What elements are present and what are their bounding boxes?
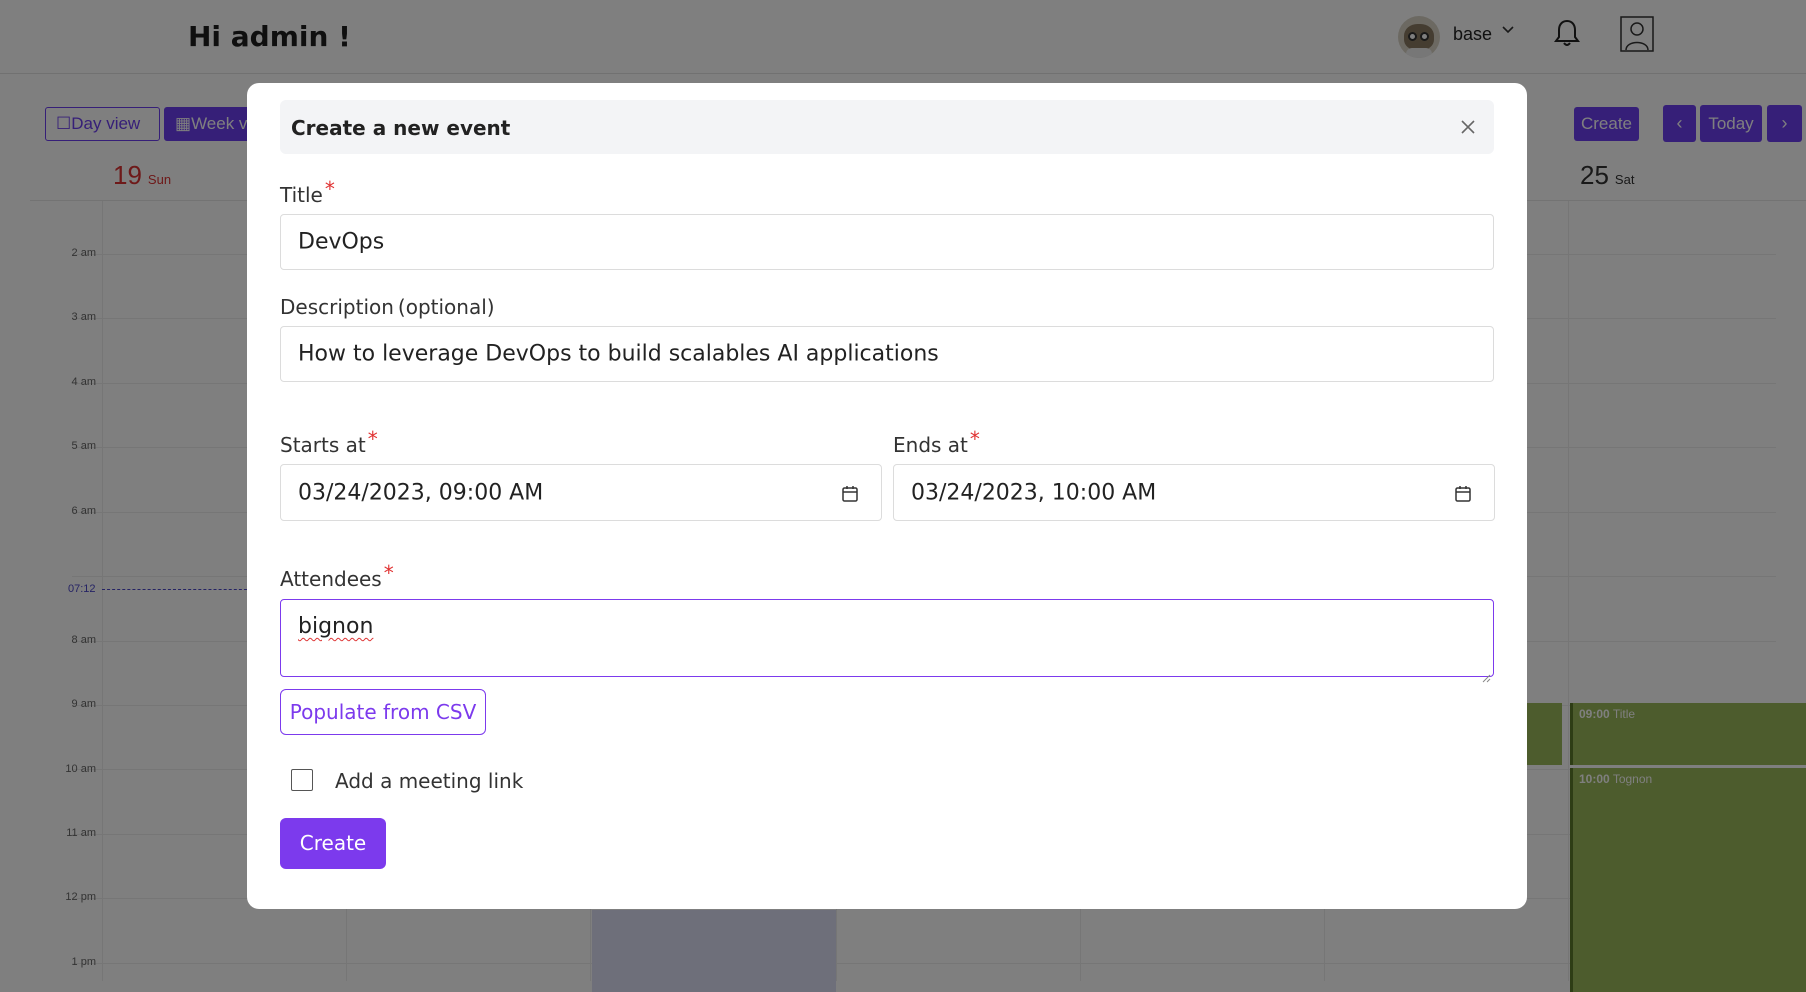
calendar-icon[interactable] (1454, 484, 1472, 509)
description-input[interactable]: How to leverage DevOps to build scalable… (280, 326, 1494, 382)
required-mark: * (383, 561, 394, 585)
attendees-label-text: Attendees (280, 567, 382, 591)
modal-header: Create a new event (280, 100, 1494, 154)
close-icon[interactable] (1458, 117, 1478, 137)
description-label: Description (optional) (280, 295, 495, 319)
meeting-link-checkbox[interactable] (291, 769, 313, 791)
attendees-label: Attendees * (280, 561, 394, 591)
ends-at-value: 03/24/2023, 10:00 AM (911, 480, 1157, 505)
create-event-modal: Create a new event Title * DevOps Descrip… (247, 83, 1527, 909)
title-label-text: Title (280, 183, 323, 207)
required-mark: * (969, 427, 980, 451)
title-label: Title * (280, 177, 335, 207)
required-mark: * (324, 177, 335, 201)
calendar-icon[interactable] (841, 484, 859, 509)
ends-at-label-text: Ends at (893, 433, 968, 457)
required-mark: * (367, 427, 378, 451)
attendees-textarea[interactable]: bignon (280, 599, 1494, 683)
ends-at-input[interactable]: 03/24/2023, 10:00 AM (893, 464, 1495, 521)
optional-label: (optional) (397, 295, 495, 319)
create-button[interactable]: Create (280, 818, 386, 869)
title-input[interactable]: DevOps (280, 214, 1494, 270)
starts-at-input[interactable]: 03/24/2023, 09:00 AM (280, 464, 882, 521)
populate-csv-button[interactable]: Populate from CSV (280, 689, 486, 735)
modal-title: Create a new event (291, 116, 511, 140)
description-value: How to leverage DevOps to build scalable… (298, 341, 939, 367)
attendees-value: bignon (298, 614, 374, 639)
ends-at-label: Ends at * (893, 427, 980, 457)
starts-at-label: Starts at * (280, 427, 378, 457)
starts-at-label-text: Starts at (280, 433, 366, 457)
description-label-text: Description (280, 295, 394, 319)
meeting-link-label[interactable]: Add a meeting link (335, 769, 523, 793)
resize-handle-icon[interactable] (1481, 664, 1491, 683)
starts-at-value: 03/24/2023, 09:00 AM (298, 480, 544, 505)
title-value: DevOps (298, 229, 385, 255)
